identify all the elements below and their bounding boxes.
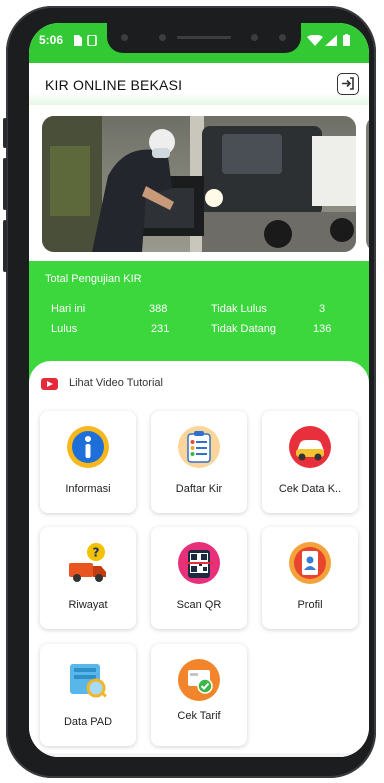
notification-icon <box>87 35 97 46</box>
menu-riwayat-label: Riwayat <box>68 599 108 611</box>
menu-daftar-kir[interactable]: Daftar Kir <box>151 411 247 513</box>
front-camera <box>121 34 128 41</box>
app-screen: 5:06 KIR ONLINE BEKASI Total Pengujian K… <box>29 23 369 757</box>
lulus-value: 231 <box>151 323 170 335</box>
tidak-lulus-value: 3 <box>319 303 326 315</box>
lulus-label: Lulus <box>51 323 78 335</box>
app-bar: KIR ONLINE BEKASI <box>29 63 369 105</box>
youtube-play-icon <box>41 378 58 390</box>
menu-informasi[interactable]: Informasi <box>40 411 136 513</box>
bottom-edge <box>29 753 369 757</box>
logout-icon <box>342 77 354 90</box>
hari-ini-value: 388 <box>149 303 168 315</box>
menu-profil-label: Profil <box>297 599 323 611</box>
sensor-far-right <box>279 34 286 41</box>
data-search-icon <box>70 664 107 698</box>
camera-notch <box>107 23 301 53</box>
truck-question-icon: ? <box>69 543 106 582</box>
tidak-lulus-label: Tidak Lulus <box>211 303 267 315</box>
menu-data-pad[interactable]: Data PAD <box>40 644 136 746</box>
menu-riwayat[interactable]: ? Riwayat <box>40 527 136 629</box>
status-bar: 5:06 <box>29 23 369 63</box>
menu-informasi-label: Informasi <box>65 483 111 495</box>
sensor-right <box>251 34 258 41</box>
menu-daftar-kir-label: Daftar Kir <box>175 483 223 495</box>
power-button <box>3 220 7 272</box>
hari-ini-label: Hari ini <box>51 303 86 315</box>
menu-cek-data-label: Cek Data K.. <box>278 483 342 495</box>
menu-cek-data[interactable]: Cek Data K.. <box>262 411 358 513</box>
qr-code-icon <box>178 542 220 584</box>
status-time: 5:06 <box>39 33 64 47</box>
app-title: KIR ONLINE BEKASI <box>45 77 183 93</box>
banner-next-slide[interactable] <box>366 116 369 252</box>
tariff-check-icon <box>178 659 220 701</box>
video-tutorial-label: Lihat Video Tutorial <box>69 377 163 389</box>
signal-icon <box>325 35 337 46</box>
menu-data-pad-label: Data PAD <box>63 716 113 728</box>
car-icon <box>289 426 331 468</box>
menu-scan-qr[interactable]: Scan QR <box>151 527 247 629</box>
menu-cek-tarif-label: Cek Tarif <box>177 710 221 722</box>
banner-carousel[interactable] <box>42 116 356 252</box>
tidak-datang-label: Tidak Datang <box>211 323 277 335</box>
menu-cek-tarif[interactable]: Cek Tarif <box>151 644 247 746</box>
sensor <box>159 34 166 41</box>
volume-down-button <box>3 158 7 210</box>
menu-panel: Lihat Video Tutorial Informasi Daftar Ki… <box>29 361 369 757</box>
profile-card-icon <box>289 542 331 584</box>
clipboard-list-icon <box>178 426 220 468</box>
tidak-datang-value: 136 <box>313 323 332 335</box>
info-icon <box>67 426 109 468</box>
svg-text:?: ? <box>93 546 100 560</box>
menu-scan-qr-label: Scan QR <box>176 599 222 611</box>
logout-button[interactable] <box>337 73 359 95</box>
earpiece-speaker <box>177 36 231 39</box>
phone-frame: 5:06 KIR ONLINE BEKASI Total Pengujian K… <box>3 6 376 778</box>
volume-up-button <box>3 118 7 148</box>
battery-icon <box>343 34 350 46</box>
banner-photo <box>42 116 356 252</box>
wifi-icon <box>307 35 323 46</box>
sim-icon <box>74 35 82 46</box>
menu-profil[interactable]: Profil <box>262 527 358 629</box>
stats-title: Total Pengujian KIR <box>45 273 142 285</box>
